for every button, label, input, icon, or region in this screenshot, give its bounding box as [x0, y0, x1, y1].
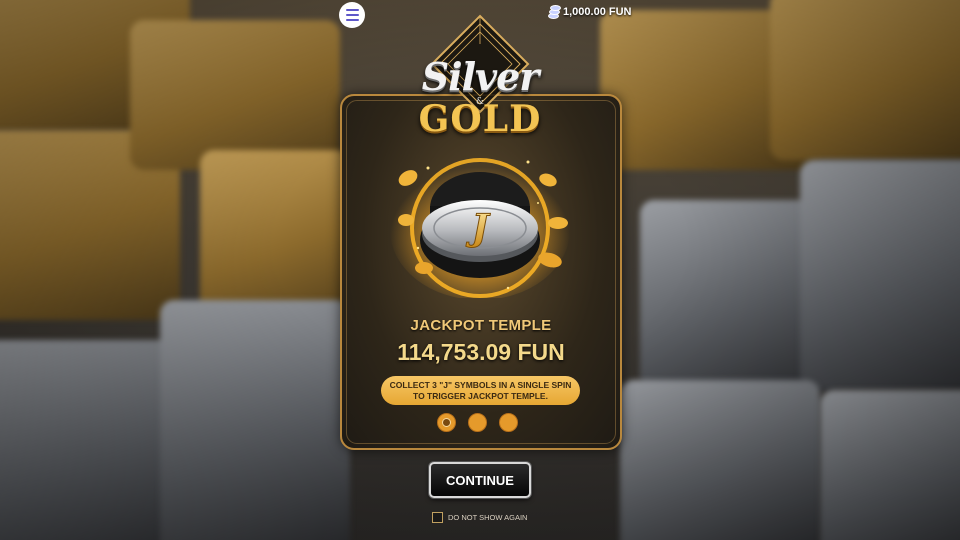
- balance-display: 1,000.00 FUN: [548, 5, 632, 19]
- jackpot-amount: 114,753.09 FUN: [397, 339, 565, 365]
- page-dot-1[interactable]: [437, 413, 456, 432]
- description-line-1: COLLECT 3 "J" SYMBOLS IN A SINGLE SPIN: [389, 379, 572, 390]
- game-logo: Silver & GOLD: [400, 14, 560, 140]
- jackpot-coin-icon: J: [390, 158, 570, 298]
- do-not-show-again[interactable]: DO NOT SHOW AGAIN: [432, 512, 527, 523]
- page-dot-2[interactable]: [468, 413, 487, 432]
- do-not-show-checkbox[interactable]: [432, 512, 443, 523]
- pagination-dots: [437, 413, 518, 432]
- continue-button[interactable]: CONTINUE: [429, 462, 531, 498]
- feature-title: JACKPOT TEMPLE: [410, 317, 552, 334]
- logo-gold-text: GOLD: [418, 98, 542, 140]
- feature-description: COLLECT 3 "J" SYMBOLS IN A SINGLE SPIN T…: [381, 376, 580, 405]
- hamburger-icon: [345, 9, 359, 11]
- logo-silver-text: Silver: [421, 54, 540, 99]
- do-not-show-label: DO NOT SHOW AGAIN: [448, 513, 528, 522]
- balance-value: 1,000.00 FUN: [563, 6, 632, 18]
- page-dot-3[interactable]: [499, 413, 518, 432]
- description-line-2: TO TRIGGER JACKPOT TEMPLE.: [413, 390, 548, 401]
- menu-button[interactable]: [339, 2, 365, 28]
